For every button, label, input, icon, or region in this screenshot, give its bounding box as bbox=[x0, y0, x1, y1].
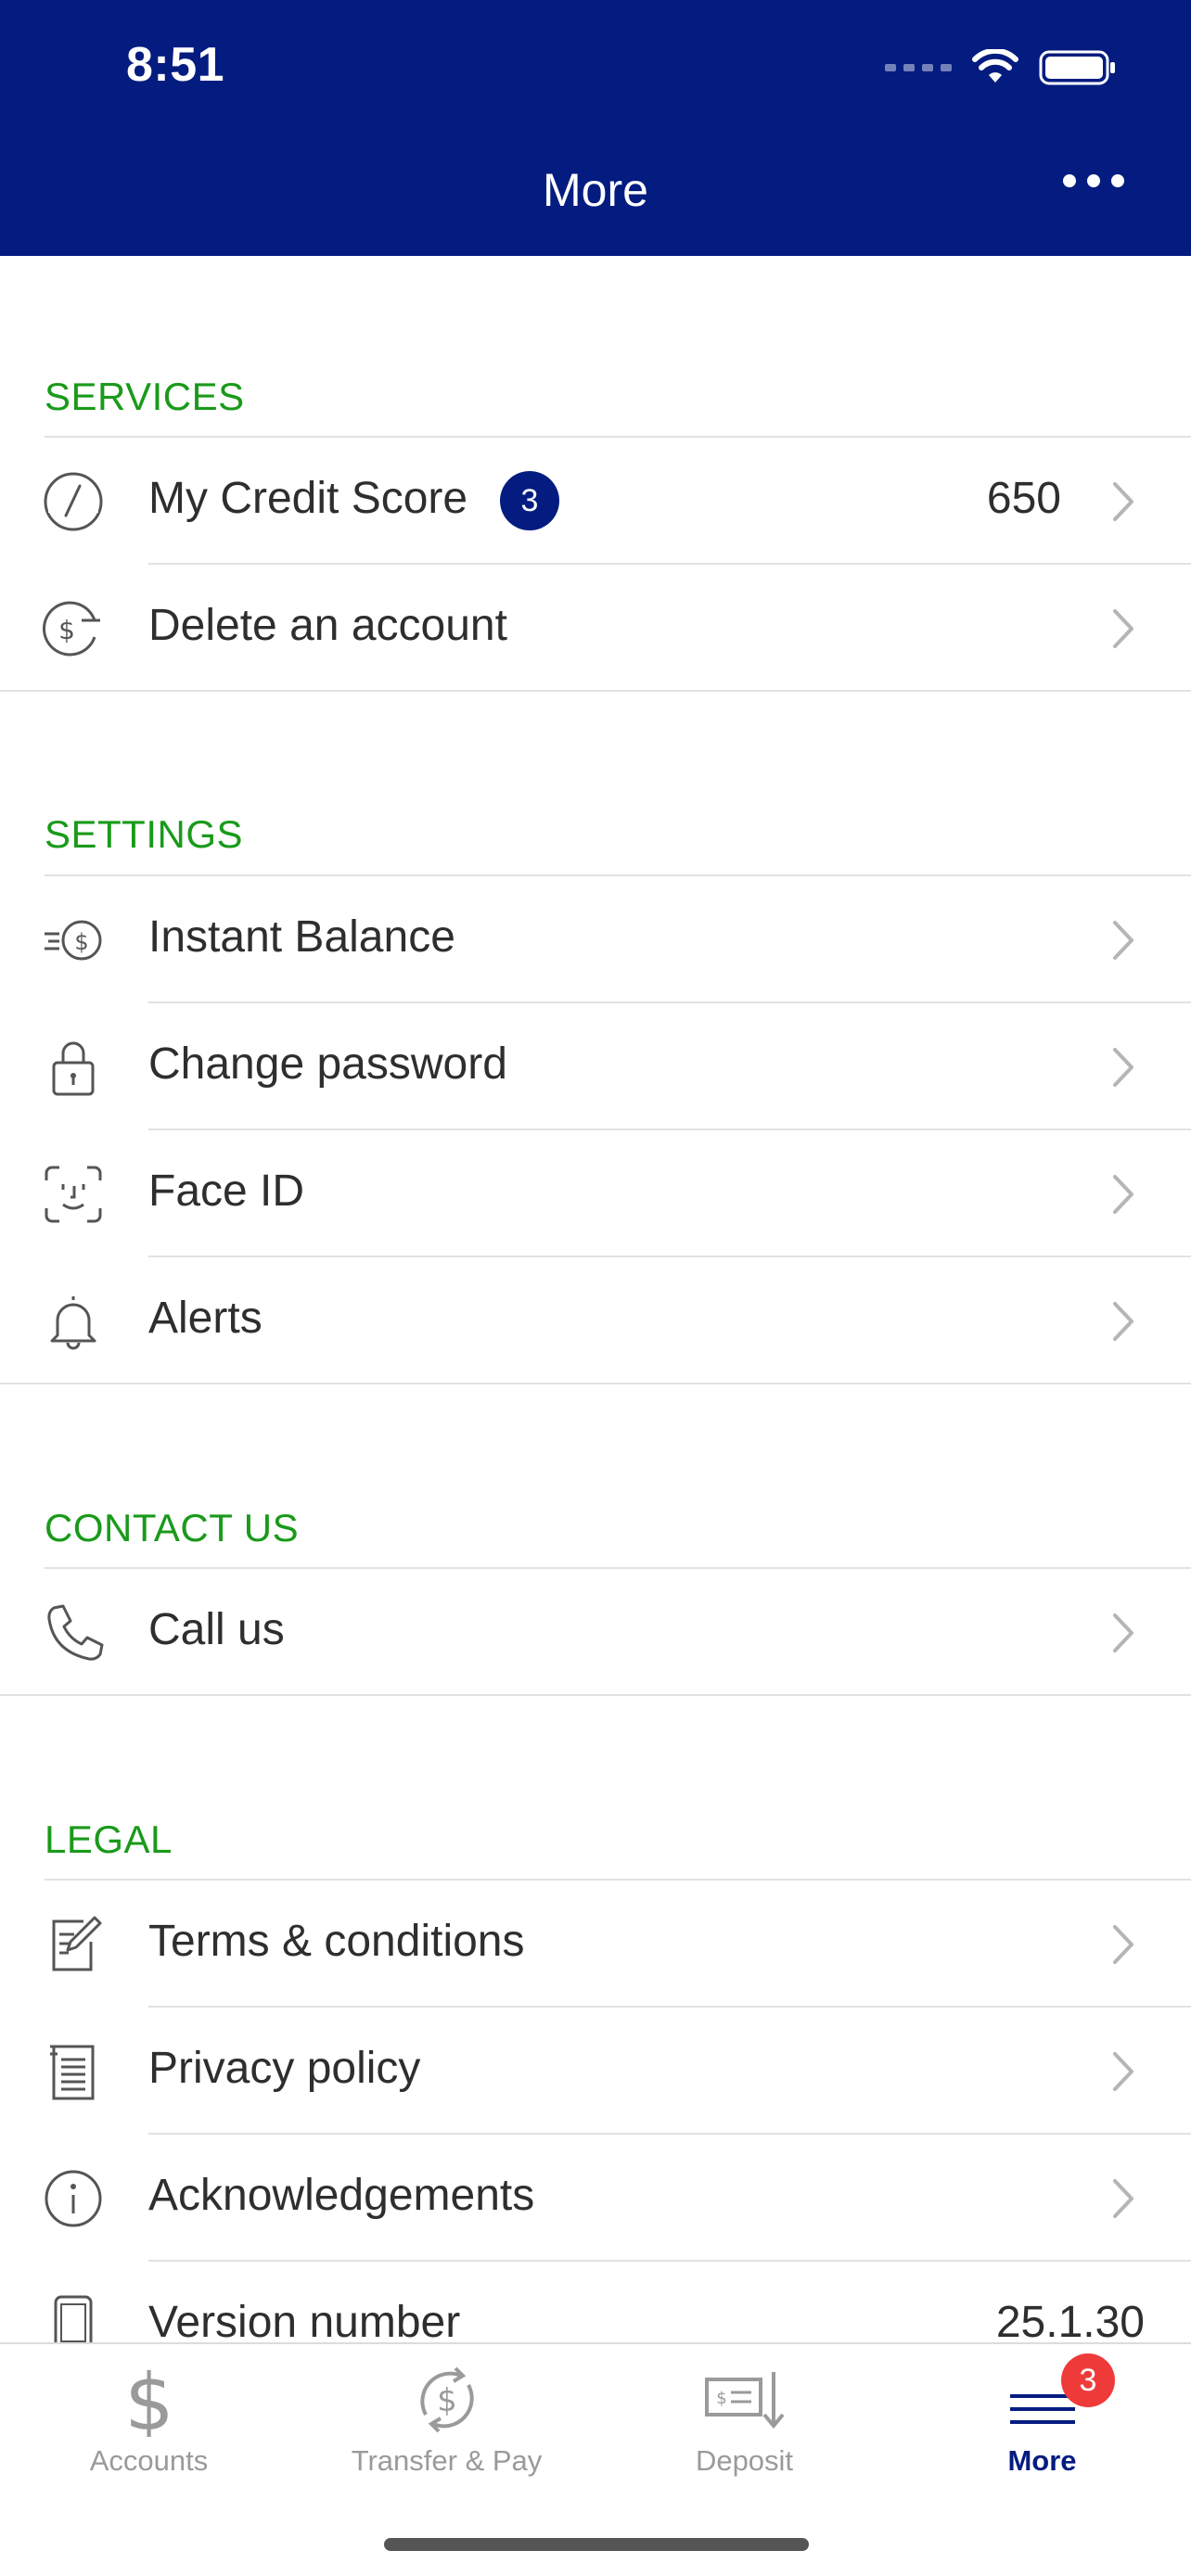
privacy-label: Privacy policy bbox=[148, 2044, 421, 2093]
chevron-right-icon bbox=[1113, 1175, 1133, 1214]
dollar-minus-icon: $ bbox=[41, 596, 106, 661]
document-icon bbox=[41, 2039, 106, 2104]
change-password-label: Change password bbox=[148, 1039, 507, 1089]
divider bbox=[0, 690, 1191, 692]
face-id-row[interactable]: Face ID bbox=[0, 1130, 1191, 1257]
more-tab-badge: 3 bbox=[1061, 2353, 1115, 2407]
version-value: 25.1.30 bbox=[995, 2298, 1145, 2347]
section-title-contact: CONTACT US bbox=[45, 1506, 300, 1549]
chevron-right-icon bbox=[1113, 2179, 1133, 2218]
transfer-icon: $ bbox=[419, 2366, 474, 2433]
status-time: 8:51 bbox=[126, 38, 225, 92]
acknowledgements-row[interactable]: Acknowledgements bbox=[0, 2135, 1191, 2262]
instant-balance-label: Instant Balance bbox=[148, 912, 455, 962]
tab-accounts[interactable]: $ Accounts bbox=[0, 2344, 298, 2483]
divider bbox=[0, 1694, 1191, 1696]
svg-text:$: $ bbox=[716, 2389, 726, 2408]
alerts-label: Alerts bbox=[148, 1294, 263, 1343]
credit-score-row[interactable]: My Credit Score 3 650 bbox=[0, 438, 1191, 565]
call-us-row[interactable]: Call us bbox=[0, 1569, 1191, 1696]
chevron-right-icon bbox=[1113, 2052, 1133, 2091]
credit-score-label: My Credit Score bbox=[148, 474, 468, 523]
delete-account-row[interactable]: $ Delete an account bbox=[0, 565, 1191, 692]
lock-icon bbox=[41, 1035, 106, 1100]
face-id-label: Face ID bbox=[148, 1167, 305, 1216]
wifi-icon bbox=[972, 49, 1018, 83]
page-title: More bbox=[543, 164, 648, 216]
face-id-icon bbox=[41, 1162, 106, 1227]
chevron-right-icon bbox=[1113, 482, 1133, 521]
chevron-right-icon bbox=[1113, 1925, 1133, 1964]
bell-icon bbox=[41, 1289, 106, 1354]
chevron-right-icon bbox=[1113, 1048, 1133, 1087]
section-title-services: SERVICES bbox=[45, 375, 245, 418]
tab-deposit[interactable]: $ Deposit bbox=[596, 2344, 893, 2483]
header: 8:51 More bbox=[0, 0, 1191, 256]
tab-transfer-pay[interactable]: $ Transfer & Pay bbox=[298, 2344, 596, 2483]
info-icon bbox=[41, 2166, 106, 2231]
terms-row[interactable]: Terms & conditions bbox=[0, 1881, 1191, 2008]
chevron-right-icon bbox=[1113, 1613, 1133, 1652]
status-icons bbox=[885, 45, 1117, 91]
version-label: Version number bbox=[148, 2298, 461, 2347]
signal-icon bbox=[885, 64, 952, 71]
tab-label: More bbox=[1007, 2444, 1077, 2477]
check-deposit-icon: $ bbox=[704, 2372, 785, 2429]
section-title-legal: LEGAL bbox=[45, 1817, 173, 1861]
fast-dollar-icon: $ bbox=[41, 908, 106, 973]
chevron-right-icon bbox=[1113, 609, 1133, 648]
tab-label: Transfer & Pay bbox=[351, 2444, 543, 2477]
gauge-icon bbox=[41, 469, 106, 534]
svg-text:$: $ bbox=[437, 2382, 457, 2419]
more-screen: 8:51 More SERVICES My Credit Score 3 650… bbox=[0, 0, 1191, 2576]
tab-label: Deposit bbox=[695, 2444, 794, 2477]
instant-balance-row[interactable]: $ Instant Balance bbox=[0, 876, 1191, 1003]
battery-icon bbox=[1039, 50, 1115, 85]
credit-score-value: 650 bbox=[986, 474, 1061, 523]
document-pen-icon bbox=[41, 1912, 106, 1977]
dollar-icon: $ bbox=[124, 2363, 173, 2437]
change-password-row[interactable]: Change password bbox=[0, 1003, 1191, 1130]
call-us-label: Call us bbox=[148, 1605, 285, 1654]
home-indicator[interactable] bbox=[384, 2538, 809, 2551]
divider bbox=[0, 1383, 1191, 1384]
section-title-settings: SETTINGS bbox=[45, 812, 244, 856]
svg-text:$: $ bbox=[124, 2363, 173, 2437]
svg-text:$: $ bbox=[58, 615, 75, 645]
tab-more[interactable]: 3 More bbox=[893, 2344, 1191, 2483]
svg-text:$: $ bbox=[74, 929, 88, 955]
privacy-row[interactable]: Privacy policy bbox=[0, 2008, 1191, 2135]
phone-icon bbox=[41, 1600, 106, 1665]
chevron-right-icon bbox=[1113, 921, 1133, 960]
alerts-row[interactable]: Alerts bbox=[0, 1257, 1191, 1384]
terms-label: Terms & conditions bbox=[148, 1917, 525, 1966]
delete-account-label: Delete an account bbox=[148, 601, 507, 650]
more-options-icon[interactable] bbox=[1063, 174, 1124, 187]
chevron-right-icon bbox=[1113, 1302, 1133, 1341]
acknowledgements-label: Acknowledgements bbox=[148, 2171, 535, 2220]
credit-score-badge: 3 bbox=[500, 471, 559, 530]
tab-label: Accounts bbox=[89, 2444, 209, 2477]
